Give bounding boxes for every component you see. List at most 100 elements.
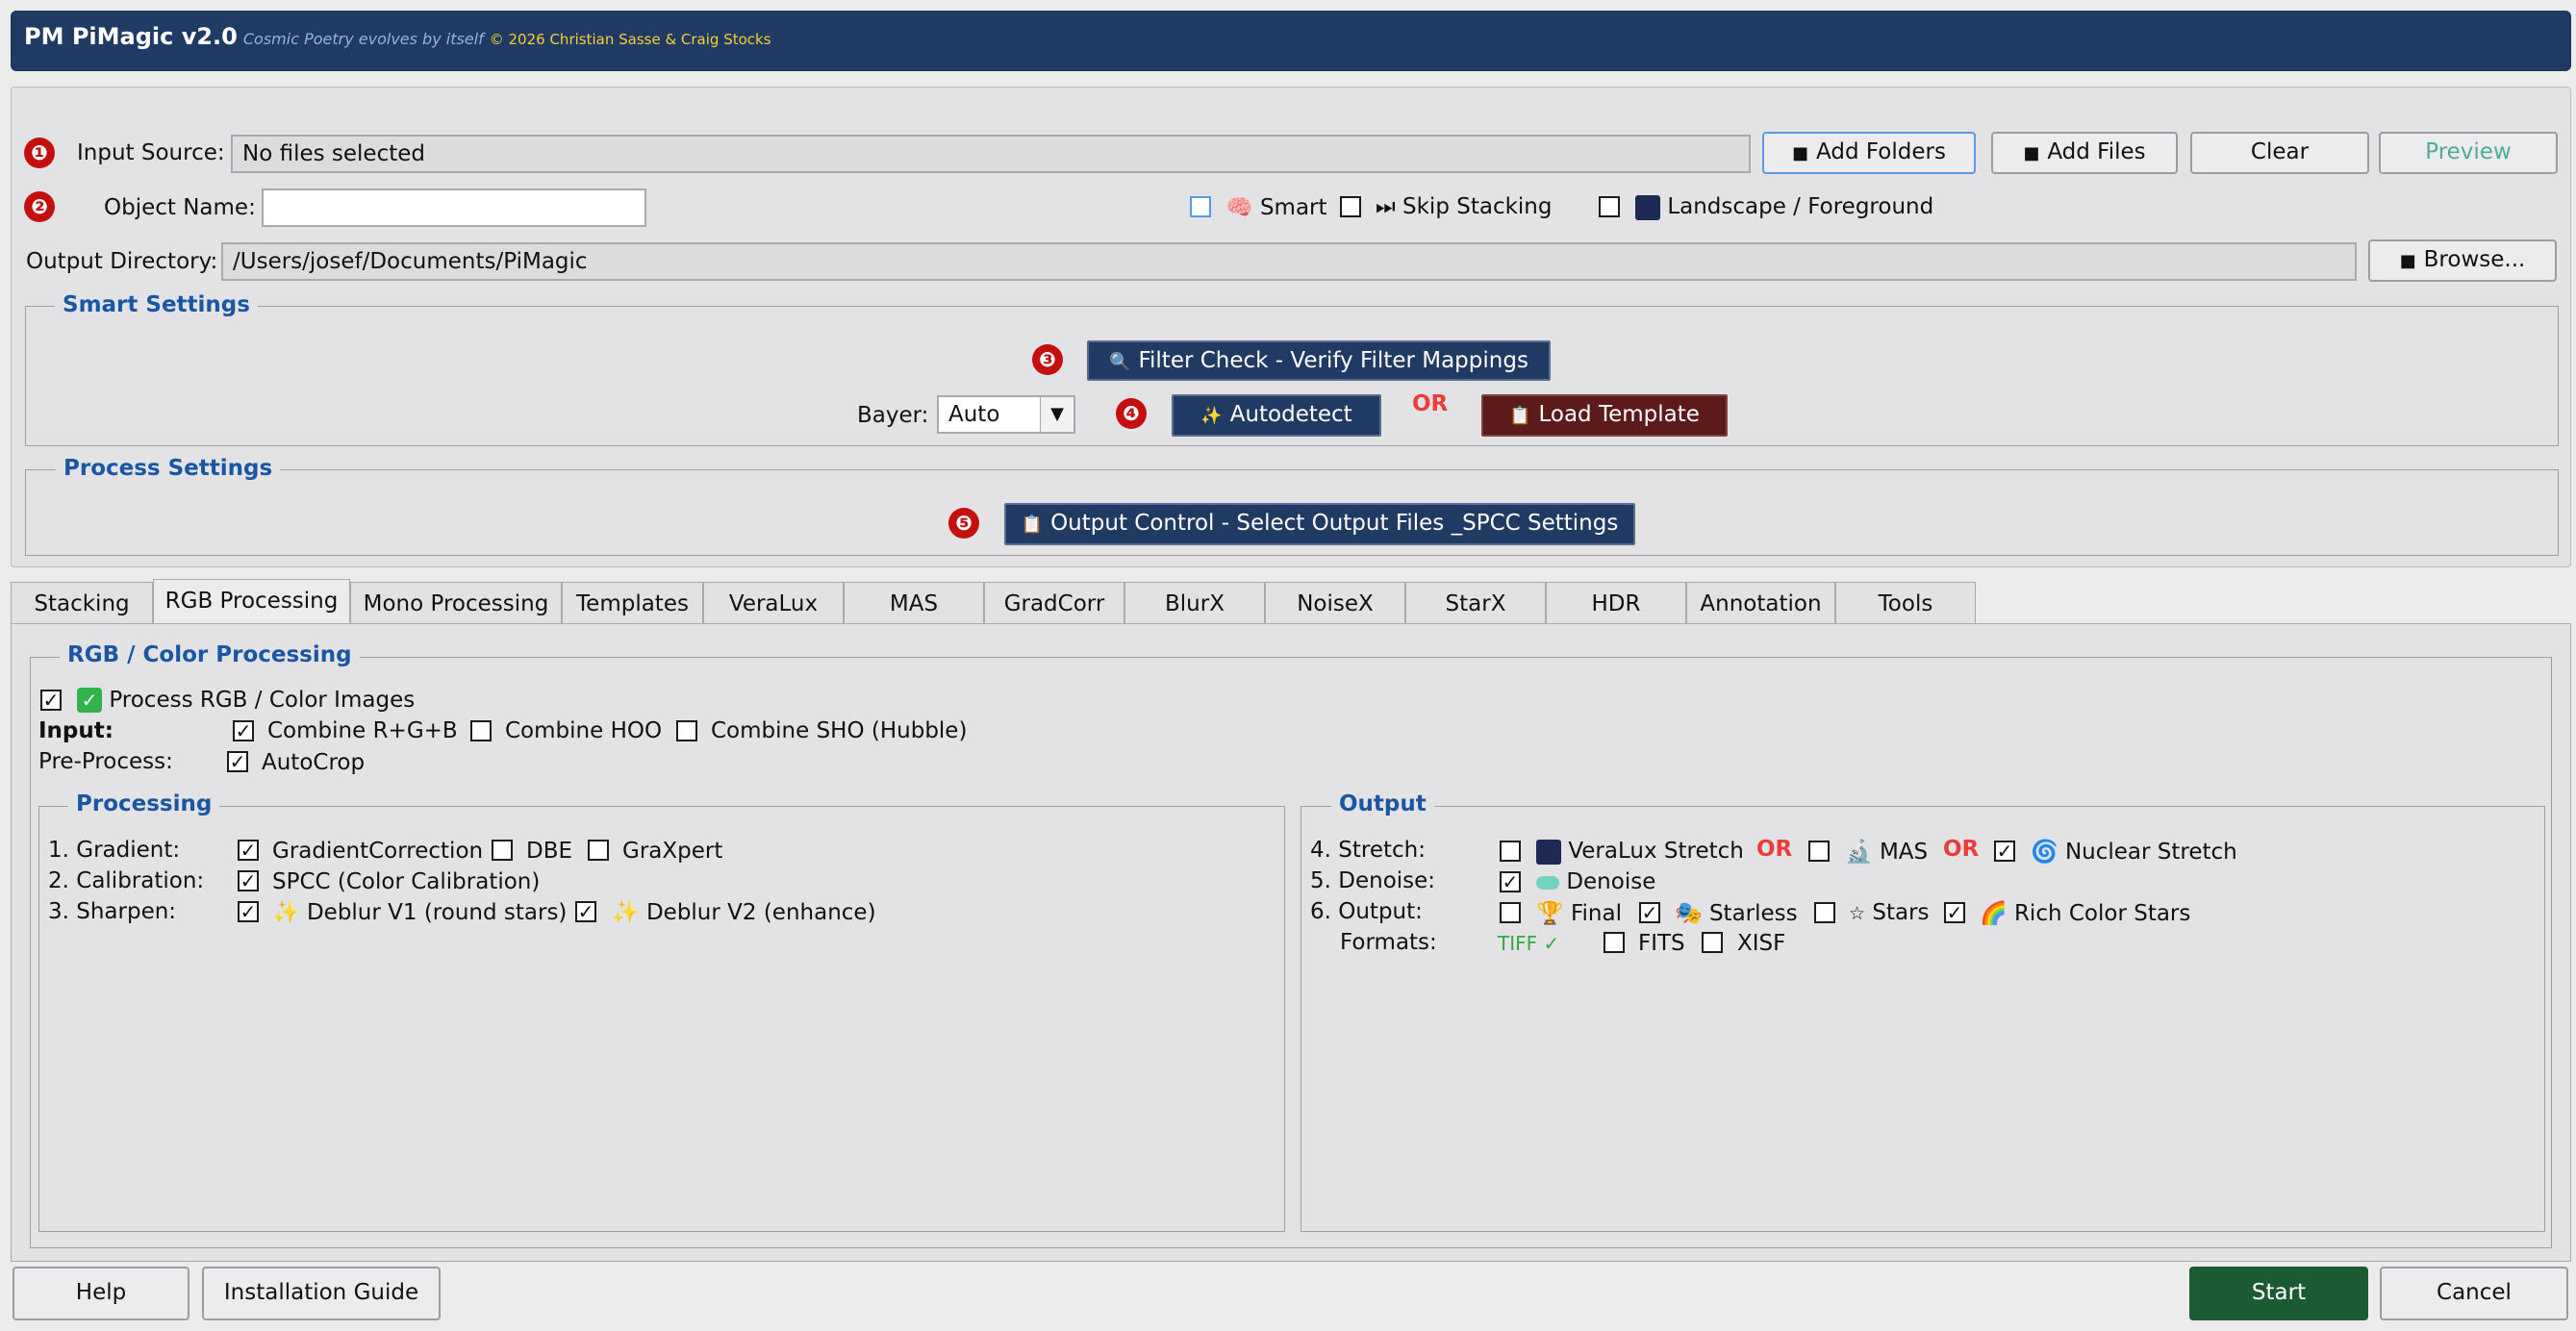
combine-sho-checkbox[interactable] (676, 720, 697, 741)
spcc-checkbox[interactable]: ✓ (238, 870, 259, 892)
title-bar: PM PiMagic v2.0 Cosmic Poetry evolves by … (11, 11, 2571, 71)
skip-stacking-checkbox[interactable] (1340, 196, 1361, 217)
graxpert-checkbox[interactable] (588, 840, 609, 861)
start-button[interactable]: Start (2189, 1267, 2368, 1320)
browse-button[interactable]: ■ Browse... (2368, 239, 2557, 282)
final-checkbox[interactable] (1500, 902, 1521, 923)
or-label: OR (1412, 391, 1449, 416)
fits-label: FITS (1638, 931, 1685, 956)
autocrop-label: AutoCrop (262, 750, 366, 775)
tab-blurx[interactable]: BlurX (1124, 582, 1265, 624)
output-label: 6. Output: (1310, 899, 1423, 924)
step-5-badge: ❺ (948, 508, 979, 539)
gradient-correction-label: GradientCorrection (272, 839, 484, 864)
fits-checkbox[interactable] (1604, 932, 1625, 953)
starless-option: 🎭 Starless (1675, 901, 1798, 926)
deblur-v1-checkbox[interactable]: ✓ (238, 901, 259, 922)
preview-button[interactable]: Preview (2379, 132, 2558, 174)
calibration-label: 2. Calibration: (48, 868, 205, 893)
tab-veralux[interactable]: VeraLux (703, 582, 844, 624)
tab-noisex[interactable]: NoiseX (1265, 582, 1405, 624)
nuclear-stretch-option: 🌀 Nuclear Stretch (2031, 840, 2237, 865)
xisf-label: XISF (1737, 931, 1786, 956)
tab-gradcorr[interactable]: GradCorr (984, 582, 1124, 624)
dbe-label: DBE (526, 839, 573, 864)
folder-icon: ■ (2399, 251, 2416, 271)
theater-masks-icon: 🎭 (1675, 901, 1703, 926)
process-rgb-checkbox[interactable]: ✓ (40, 690, 62, 711)
object-name-input[interactable] (262, 188, 646, 227)
output-control-button[interactable]: 📋 Output Control - Select Output Files _S… (1004, 503, 1635, 545)
help-button[interactable]: Help (13, 1267, 189, 1320)
tab-mono-processing[interactable]: Mono Processing (350, 582, 562, 624)
combine-sho-label: Combine SHO (Hubble) (711, 718, 968, 743)
clear-button[interactable]: Clear (2190, 132, 2369, 174)
starless-checkbox[interactable]: ✓ (1639, 902, 1660, 923)
sharpen-label: 3. Sharpen: (48, 899, 177, 924)
spiral-icon: 🌀 (2031, 840, 2058, 865)
tab-stacking[interactable]: Stacking (11, 582, 153, 624)
app-title: PM PiMagic v2.0 Cosmic Poetry evolves by … (24, 23, 771, 50)
final-option: 🏆 Final (1536, 901, 1622, 926)
autocrop-checkbox[interactable]: ✓ (227, 751, 248, 772)
tab-mas[interactable]: MAS (844, 582, 984, 624)
combine-hoo-label: Combine HOO (505, 718, 663, 743)
chevron-down-icon: ▼ (1040, 397, 1073, 432)
load-template-button[interactable]: 📋 Load Template (1481, 394, 1728, 437)
gradient-label: 1. Gradient: (48, 838, 181, 863)
step-1-badge: ❶ (24, 138, 55, 168)
output-directory-field[interactable]: /Users/josef/Documents/PiMagic (221, 242, 2357, 281)
add-folders-button[interactable]: ■ Add Folders (1762, 132, 1976, 174)
magnifier-icon: 🔍 (1109, 352, 1131, 372)
skip-forward-icon: ⏭ (1376, 194, 1396, 219)
tab-hdr[interactable]: HDR (1546, 582, 1686, 624)
step-2-badge: ❷ (24, 191, 55, 222)
add-files-button[interactable]: ■ Add Files (1991, 132, 2178, 174)
autodetect-button[interactable]: ✨ Autodetect (1172, 394, 1381, 437)
rainbow-icon: 🌈 (1980, 901, 2008, 926)
tab-rgb-processing[interactable]: RGB Processing (153, 579, 350, 623)
rich-color-stars-checkbox[interactable]: ✓ (1944, 902, 1965, 923)
installation-guide-button[interactable]: Installation Guide (202, 1267, 441, 1320)
bayer-select[interactable]: Auto ▼ (937, 395, 1075, 434)
deblur-v1-option: ✨ Deblur V1 (round stars) (272, 900, 568, 925)
sparkle-icon: ✨ (272, 900, 300, 925)
deblur-v2-checkbox[interactable]: ✓ (575, 901, 596, 922)
filter-check-button[interactable]: 🔍 Filter Check - Verify Filter Mappings (1087, 340, 1551, 381)
process-rgb-option: ✓ Process RGB / Color Images (77, 688, 415, 713)
input-source-field[interactable]: No files selected (231, 135, 1751, 173)
tab-starx[interactable]: StarX (1405, 582, 1546, 624)
veralux-stretch-checkbox[interactable] (1500, 841, 1521, 862)
or-label: OR (1756, 837, 1793, 862)
landscape-checkbox[interactable] (1599, 196, 1620, 217)
check-mark-icon: ✓ (77, 688, 102, 713)
stars-checkbox[interactable] (1814, 902, 1835, 923)
object-name-label: Object Name: (104, 195, 256, 220)
mas-option: 🔬 MAS (1845, 840, 1929, 865)
xisf-checkbox[interactable] (1702, 932, 1723, 953)
landscape-option: Landscape / Foreground (1635, 194, 1933, 220)
tab-annotation[interactable]: Annotation (1686, 582, 1835, 624)
nuclear-stretch-checkbox[interactable]: ✓ (1994, 841, 2015, 862)
smart-checkbox[interactable] (1190, 196, 1211, 217)
app-copyright: © 2026 Christian Sasse & Craig Stocks (489, 31, 771, 48)
processing-title: Processing (68, 791, 220, 816)
star-icon: ☆ (1849, 903, 1866, 924)
spcc-label: SPCC (Color Calibration) (272, 869, 541, 894)
combine-rgb-checkbox[interactable]: ✓ (233, 720, 254, 741)
gradient-correction-checkbox[interactable]: ✓ (238, 840, 259, 861)
brain-icon: 🧠 (1225, 195, 1253, 220)
mas-checkbox[interactable] (1808, 841, 1830, 862)
sparkle-icon: ✨ (612, 900, 640, 925)
dbe-checkbox[interactable] (492, 840, 513, 861)
denoise-checkbox[interactable]: ✓ (1500, 871, 1521, 892)
tab-tools[interactable]: Tools (1835, 582, 1976, 624)
microscope-icon: 🔬 (1845, 840, 1873, 865)
veralux-stretch-option: VeraLux Stretch (1536, 839, 1744, 865)
combine-hoo-checkbox[interactable] (470, 720, 492, 741)
tab-templates[interactable]: Templates (562, 582, 703, 624)
cancel-button[interactable]: Cancel (2380, 1267, 2568, 1320)
bayer-label: Bayer: (857, 403, 929, 428)
output-title: Output (1331, 791, 1434, 816)
input-label: Input: (38, 718, 114, 743)
